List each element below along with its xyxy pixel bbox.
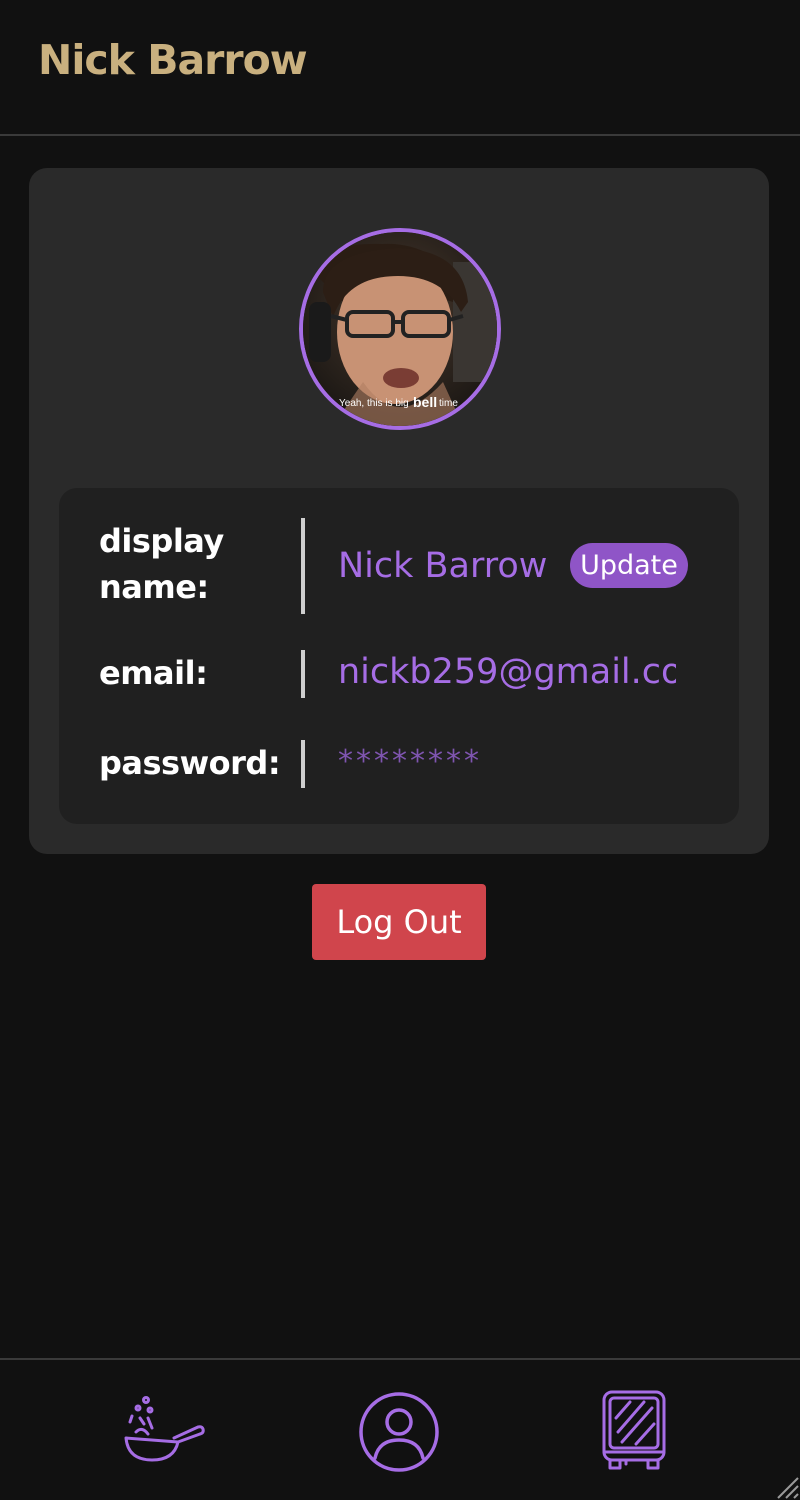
password-label: password: [99, 744, 281, 782]
nav-item-fridge[interactable] [592, 1388, 682, 1478]
avatar-caption-highlight: bell [413, 394, 437, 410]
nav-item-cooking[interactable] [118, 1388, 208, 1478]
logout-button[interactable]: Log Out [312, 884, 486, 960]
account-info-panel: display name: Nick Barrow Update email: … [59, 488, 739, 824]
password-value: ******** [338, 744, 482, 779]
display-name-value: Nick Barrow [338, 546, 548, 586]
update-display-name-button[interactable]: Update [570, 543, 688, 588]
display-name-row: display name: Nick Barrow Update [59, 518, 739, 614]
resize-grip-icon[interactable] [770, 1470, 800, 1500]
display-name-label-line2: name: [99, 568, 209, 606]
avatar-caption-prefix: Yeah, this is big [339, 398, 409, 409]
display-name-label-line1: display [99, 522, 224, 560]
bottom-nav [0, 1358, 800, 1500]
email-divider [301, 650, 305, 698]
display-name-label: display name: [99, 518, 224, 610]
app-header: Nick Barrow [0, 0, 800, 136]
email-value: nickb259@gmail.com [338, 652, 676, 692]
avatar-caption-suffix: time [439, 398, 458, 409]
profile-card: Yeah, this is big bell time display name… [29, 168, 769, 854]
display-name-divider [301, 518, 305, 614]
cooking-pan-icon [124, 1396, 205, 1462]
profile-avatar[interactable]: Yeah, this is big bell time [299, 228, 501, 430]
page-title: Nick Barrow [38, 36, 308, 84]
password-row: password: ******** [59, 738, 739, 788]
nav-item-profile[interactable] [355, 1388, 445, 1478]
email-row: email: nickb259@gmail.com [59, 648, 739, 698]
user-profile-icon [359, 1392, 439, 1472]
profile-photo: Yeah, this is big bell time [303, 232, 497, 426]
fridge-icon [602, 1390, 666, 1470]
email-label: email: [99, 654, 208, 692]
password-divider [301, 740, 305, 788]
svg-text:Yeah, this is big: Yeah, this is big [339, 398, 409, 409]
